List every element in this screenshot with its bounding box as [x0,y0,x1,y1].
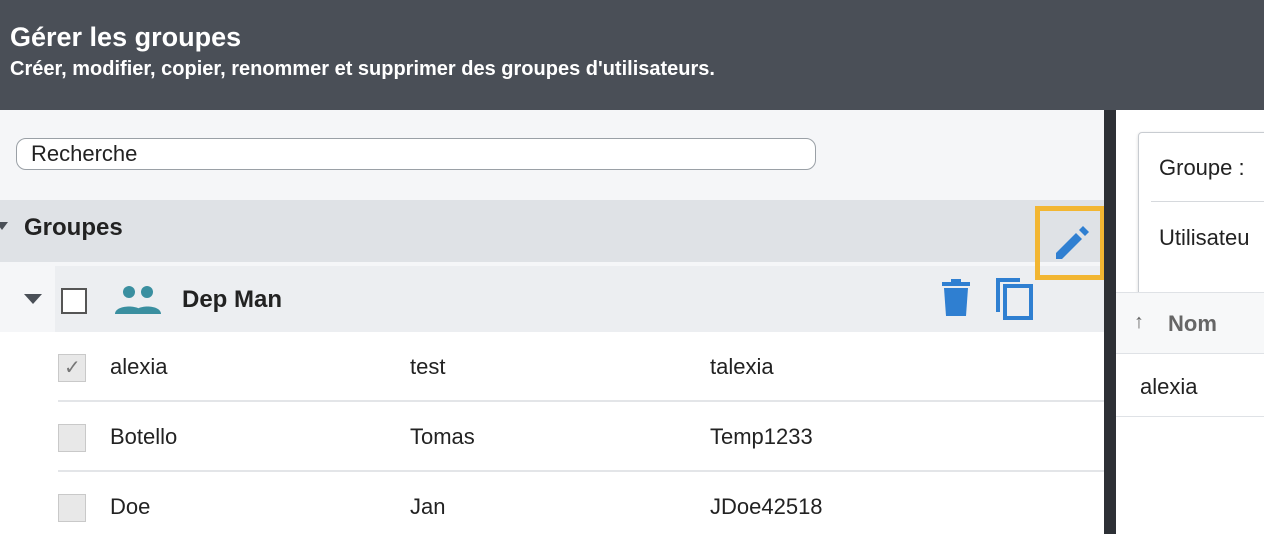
table-row[interactable]: Doe Jan JDoe42518 [0,472,1104,542]
user-last-name: Doe [110,494,151,519]
copy-icon[interactable] [992,274,1036,322]
user-first-name: test [410,354,446,379]
trash-icon[interactable] [936,278,976,318]
row-divider [1116,416,1264,417]
table-row[interactable]: Botello Tomas Temp1233 [0,402,1104,472]
groups-root-row[interactable]: Groupes [0,200,1104,262]
user-last-name: alexia [110,354,168,379]
user-first-name: Jan [410,494,446,519]
user-login: Temp1233 [710,424,813,449]
expand-caret-icon[interactable] [24,294,42,304]
card-divider [1151,201,1264,202]
column-header-name[interactable]: Nom [1168,311,1217,337]
collapse-caret-icon[interactable] [0,222,8,230]
table-row[interactable]: ✓ alexia test talexia [0,332,1104,402]
group-checkbox[interactable] [61,288,87,314]
panel-splitter[interactable] [1104,110,1116,534]
group-label: Groupe : [1159,155,1245,180]
page-subtitle: Créer, modifier, copier, renommer et sup… [10,58,715,80]
search-input[interactable] [16,138,816,170]
user-login: talexia [710,354,774,379]
page-header: Gérer les groupes Créer, modifier, copie… [0,0,1264,110]
row-checkbox[interactable] [58,494,86,522]
table-cell: alexia [1140,374,1198,399]
row-checkbox[interactable]: ✓ [58,354,86,382]
row-checkbox[interactable] [58,424,86,452]
arrow-up-icon[interactable]: ↑ [1134,311,1144,334]
user-login: JDoe42518 [710,494,823,519]
edit-icon[interactable] [1052,223,1092,263]
group-row[interactable]: Dep Man [0,266,1104,332]
user-last-name: Botello [110,424,178,449]
detail-panel: Groupe : Utilisateu ↑ Nom alexia [1116,110,1264,534]
group-name: Dep Man [182,286,283,313]
users-icon [115,286,161,314]
user-first-name: Tomas [410,424,475,449]
group-info-card: Groupe : Utilisateu [1138,132,1264,296]
table-header[interactable]: ↑ Nom [1116,292,1264,354]
edit-highlight [1035,206,1105,280]
users-label: Utilisateu [1159,225,1250,250]
groups-root-label: Groupes [24,214,123,241]
groups-panel: Groupes Dep Man ✓ alexia test [0,110,1105,542]
checkmark-icon: ✓ [64,357,81,379]
page-title: Gérer les groupes [10,22,242,52]
